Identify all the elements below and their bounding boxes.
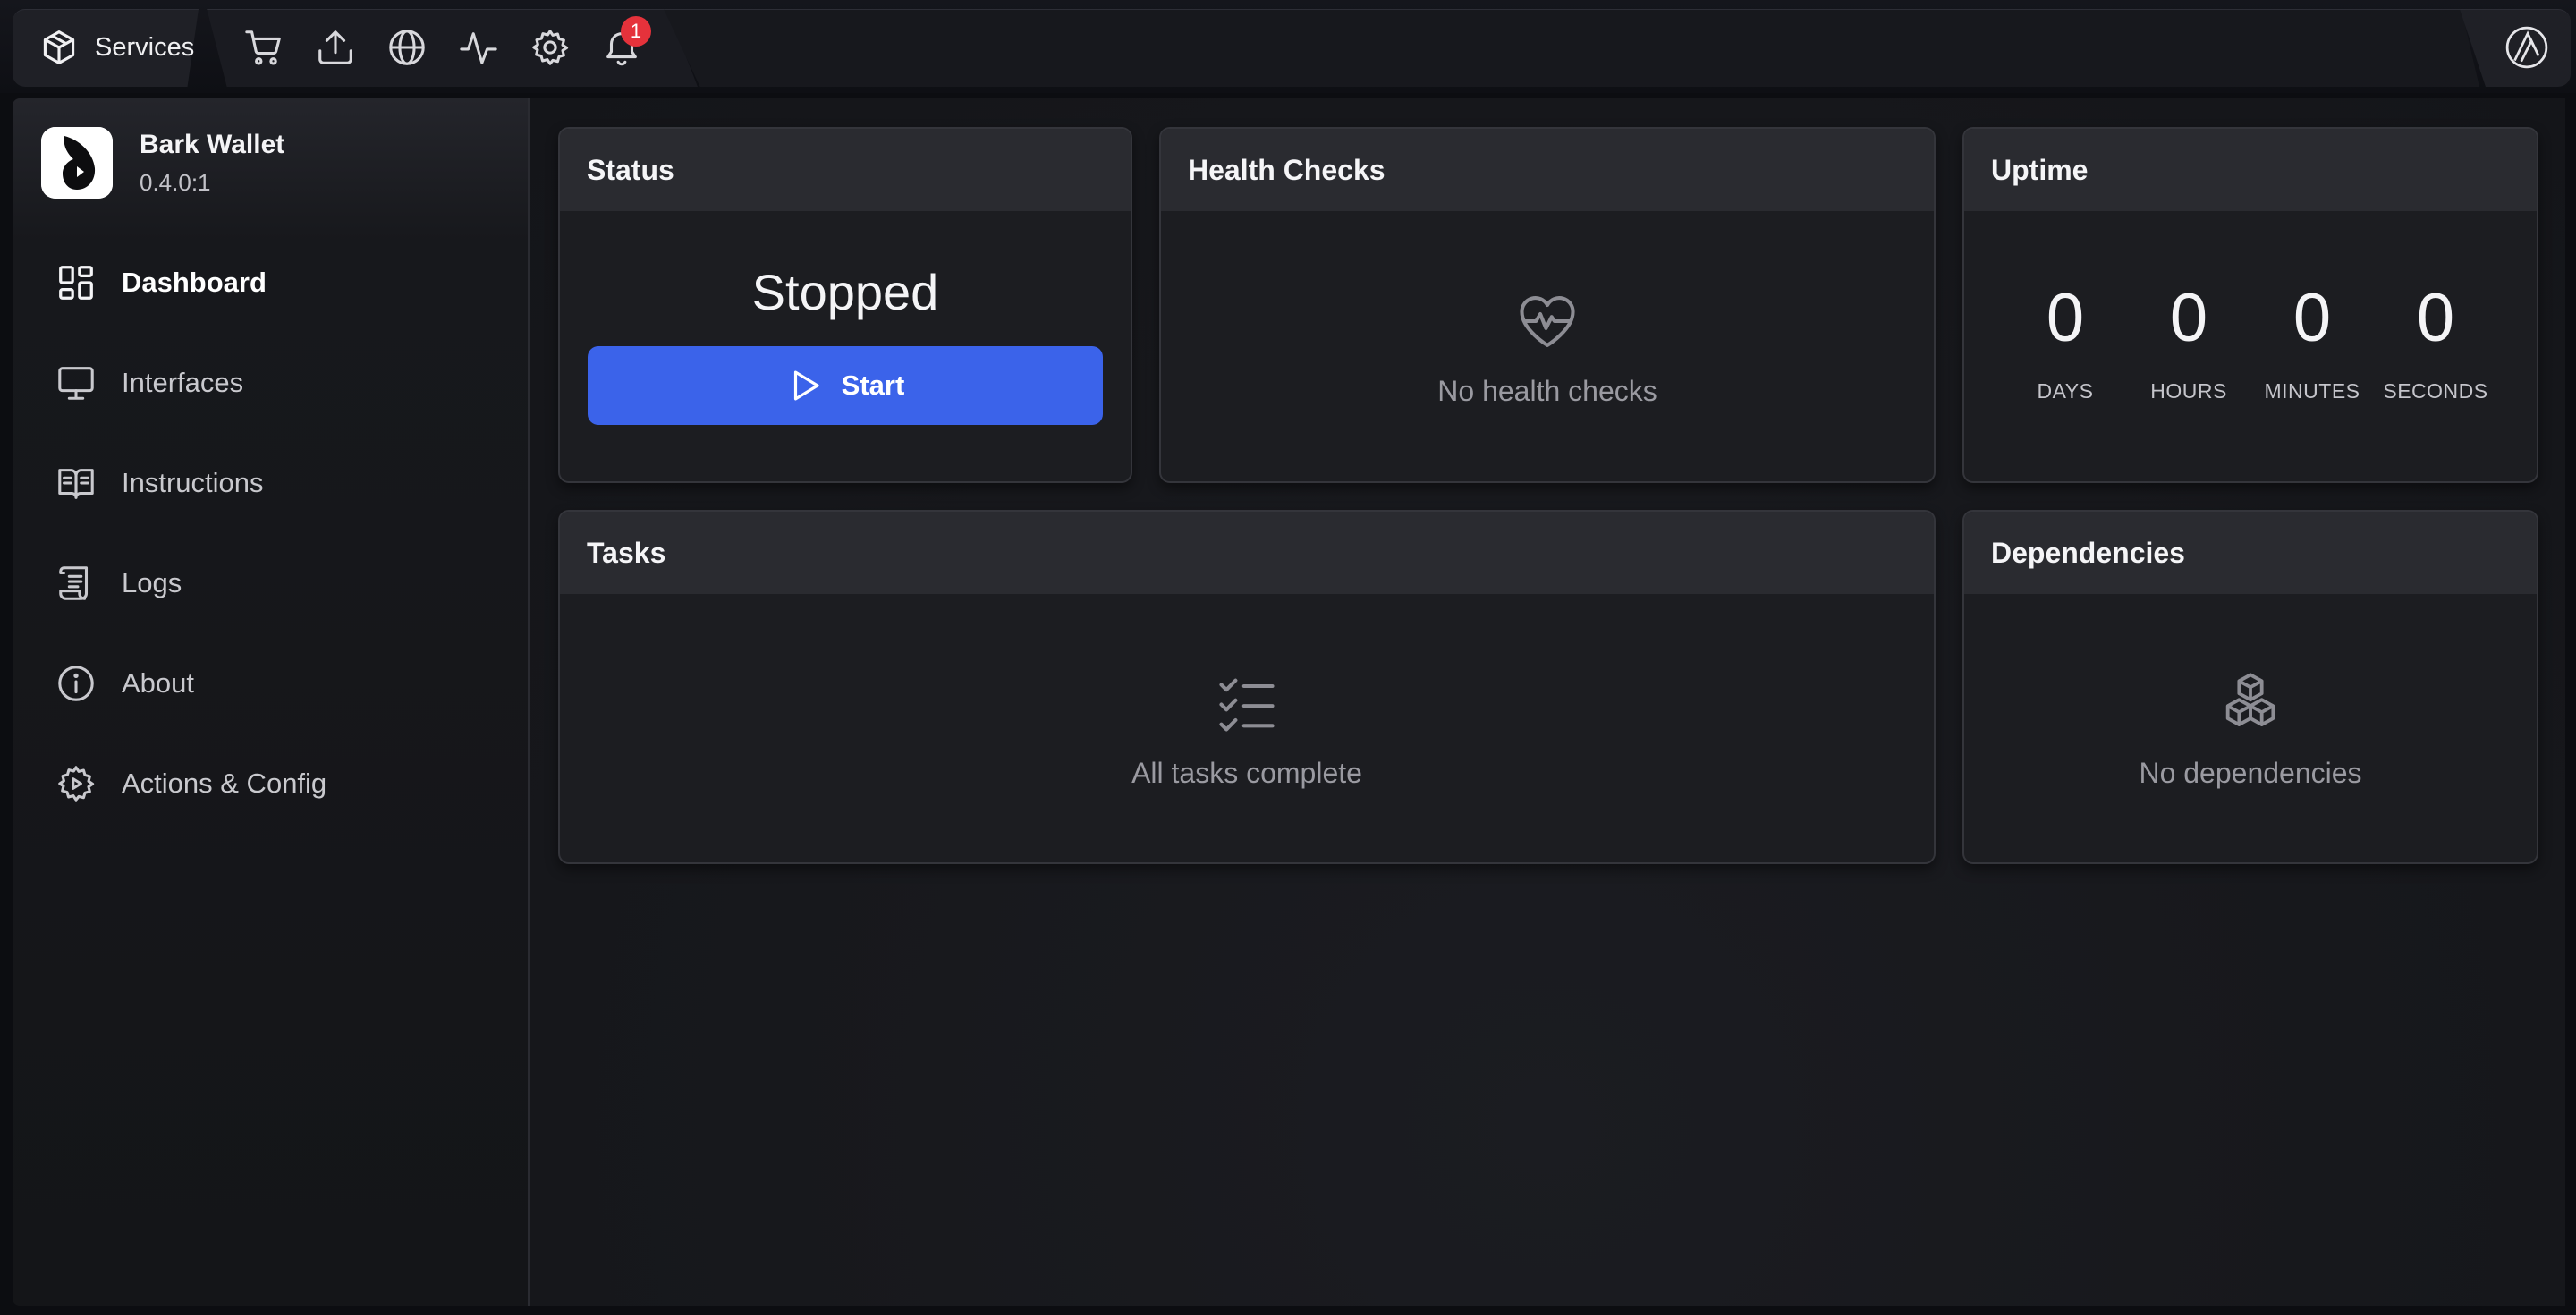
monitor-icon (55, 362, 97, 403)
uptime-hours: 0 HOURS (2127, 284, 2250, 403)
sidebar-item-label: Dashboard (122, 267, 267, 298)
services-label: Services (95, 32, 195, 62)
globe-icon[interactable] (386, 27, 428, 68)
sidebar-item-about[interactable]: About (13, 633, 528, 734)
main-content: Status Stopped Start Health Checks No he… (530, 98, 2565, 1306)
sidebar-item-label: About (122, 667, 195, 699)
start9-logo-icon[interactable] (2504, 25, 2549, 70)
cubes-icon (2216, 669, 2284, 737)
app-logo-icon (41, 127, 113, 199)
uptime-days-label: DAYS (2037, 379, 2094, 403)
status-card: Status Stopped Start (558, 127, 1132, 483)
tasks-card-body: All tasks complete (560, 596, 1934, 862)
uptime-minutes-label: MINUTES (2264, 379, 2360, 403)
sidebar-item-actions-config[interactable]: Actions & Config (13, 734, 528, 834)
status-value: Stopped (751, 264, 939, 320)
status-card-title: Status (560, 129, 1131, 211)
dependencies-empty-text: No dependencies (2139, 756, 2362, 789)
tasks-card: Tasks All tasks complete (558, 510, 1936, 864)
uptime-seconds-value: 0 (2416, 280, 2455, 356)
sidebar-item-interfaces[interactable]: Interfaces (13, 333, 528, 433)
uptime-minutes-value: 0 (2292, 280, 2332, 356)
uptime-seconds-label: SECONDS (2383, 379, 2488, 403)
start-button[interactable]: Start (588, 346, 1103, 425)
sidebar-item-label: Actions & Config (122, 768, 327, 799)
tasks-empty-text: All tasks complete (1131, 756, 1362, 789)
uptime-minutes: 0 MINUTES (2250, 284, 2374, 403)
sidebar-item-label: Logs (122, 567, 182, 598)
app-version: 0.4.0:1 (140, 168, 211, 196)
uptime-card-body: 0 DAYS 0 HOURS 0 MINUTES 0 SECONDS (1964, 213, 2537, 481)
sidebar-item-instructions[interactable]: Instructions (13, 433, 528, 533)
uptime-hours-label: HOURS (2150, 379, 2227, 403)
sidebar-item-logs[interactable]: Logs (13, 533, 528, 633)
play-icon (786, 367, 824, 404)
top-bar: Services 1 (0, 0, 2576, 93)
uptime-days: 0 DAYS (2004, 284, 2127, 403)
heart-pulse-icon (1513, 287, 1581, 355)
toolbar-empty-segment (664, 9, 2479, 87)
info-icon (55, 663, 97, 704)
uptime-card: Uptime 0 DAYS 0 HOURS 0 MINUTES 0 SECOND… (1962, 127, 2538, 483)
tasks-card-title: Tasks (560, 512, 1934, 594)
box-icon (39, 28, 79, 67)
sidebar: Bark Wallet 0.4.0:1 Dashboard Interfaces (13, 98, 530, 1306)
health-checks-card-body: No health checks (1161, 213, 1934, 481)
dashboard-icon (55, 262, 97, 303)
dependencies-card-title: Dependencies (1964, 512, 2537, 594)
notification-badge: 1 (621, 16, 651, 47)
checklist-icon (1213, 669, 1281, 737)
start-button-label: Start (841, 369, 905, 401)
book-icon (55, 462, 97, 504)
uptime-card-title: Uptime (1964, 129, 2537, 211)
app-header: Bark Wallet 0.4.0:1 (41, 127, 284, 199)
activity-icon[interactable] (458, 27, 499, 68)
cart-icon[interactable] (243, 27, 284, 68)
gear-play-icon (55, 763, 97, 804)
sidebar-item-label: Interfaces (122, 367, 244, 398)
uptime-hours-value: 0 (2169, 280, 2208, 356)
upload-icon[interactable] (315, 27, 356, 68)
sidebar-nav: Dashboard Interfaces Instructions Logs A… (13, 233, 528, 834)
health-checks-card-title: Health Checks (1161, 129, 1934, 211)
services-button[interactable]: Services (39, 25, 194, 70)
status-card-body: Stopped Start (560, 213, 1131, 481)
uptime-days-value: 0 (2046, 280, 2085, 356)
gear-icon[interactable] (530, 27, 571, 68)
health-checks-card: Health Checks No health checks (1159, 127, 1936, 483)
uptime-counter: 0 DAYS 0 HOURS 0 MINUTES 0 SECONDS (1964, 284, 2537, 403)
sidebar-item-label: Instructions (122, 467, 264, 498)
sidebar-item-dashboard[interactable]: Dashboard (13, 233, 528, 333)
dependencies-card: Dependencies No dependencies (1962, 510, 2538, 864)
health-checks-empty-text: No health checks (1437, 374, 1657, 407)
dependencies-card-body: No dependencies (1964, 596, 2537, 862)
scroll-icon (55, 563, 97, 604)
uptime-seconds: 0 SECONDS (2374, 284, 2497, 403)
app-name: Bark Wallet (140, 129, 285, 159)
